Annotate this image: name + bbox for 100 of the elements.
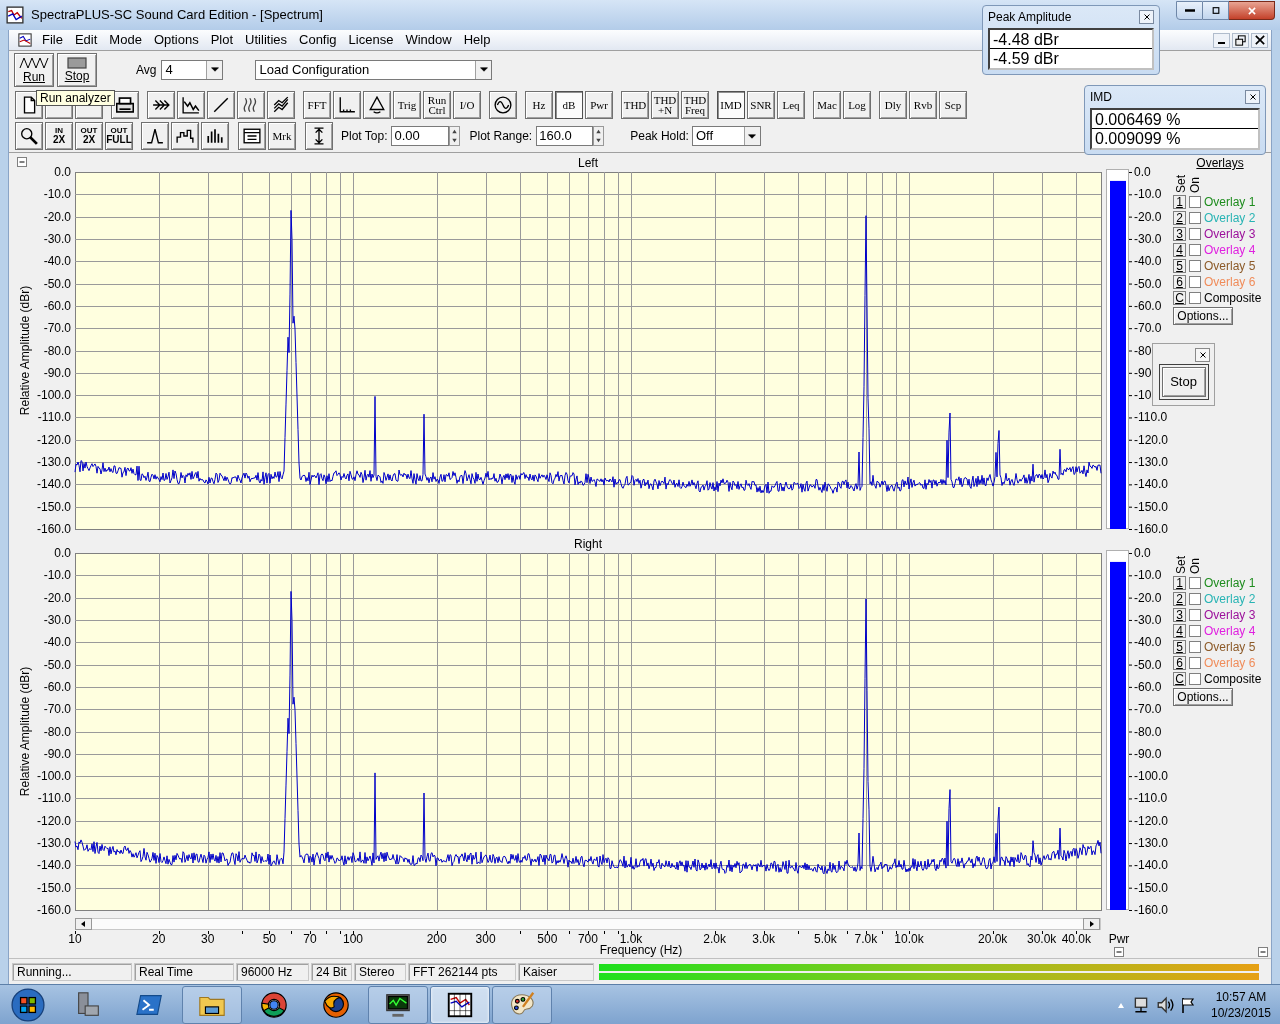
readout-value: 0.009099 % [1094,129,1182,148]
chart-title: Right [574,537,602,551]
meter-tick-label: -110.0 [1134,791,1168,806]
y-tick-label: -120.0 [36,432,71,447]
y-tick-label: -80.0 [43,343,71,358]
x-tick-label: 300 [475,932,496,946]
meter-tick-label: -100.0 [1134,769,1169,784]
meter-tick-label: -60.0 [1134,679,1162,694]
y-tick-label: -50.0 [43,276,71,291]
field-label: Plot Top: [341,128,388,145]
y-tick-label: -10.0 [43,187,71,202]
y-tick-label: -130.0 [36,455,71,470]
window-title: Peak Amplitude [988,9,1072,26]
x-tick-label: 700 [577,932,598,946]
field-label: Plot Range: [469,128,533,145]
x-tick-label: 30 [200,932,215,946]
x-tick-label: 20 [152,932,166,946]
x-tick-label: 100 [343,932,363,946]
y-tick-label: -40.0 [43,635,71,650]
meter-tick-label: -90.0 [1134,746,1162,761]
meter-tick-label: -160.0 [1134,903,1169,917]
column-label: Set [1174,556,1188,574]
window-title: IMD [1090,89,1112,106]
meter-tick-label: -80.0 [1134,724,1162,739]
meter-tick-label: -20.0 [1134,209,1162,224]
tooltip: Run analyzer [36,90,115,106]
status-field: Kaiser [518,962,594,981]
status-field: Running... [12,962,132,981]
y-tick-label: -90.0 [43,365,71,380]
meter-tick-label: -20.0 [1134,590,1162,605]
y-tick-label: -60.0 [43,298,71,313]
meter-tick-label: -110.0 [1134,410,1168,425]
meter-tick-label: 0.0 [1134,165,1151,179]
y-axis-label: Relative Amplitude (dBr) [18,285,32,416]
y-tick-label: -100.0 [36,769,71,784]
meter-tick-label: -40.0 [1134,635,1162,650]
status-field: Stereo [354,962,406,981]
meter-tick-label: -10.0 [1134,568,1162,583]
column-label: On [1188,558,1202,574]
x-tick-label: 1.0k [619,932,643,946]
meter-tick-label: -30.0 [1134,231,1162,246]
y-tick-label: 0.0 [54,165,71,179]
meter-tick-label: -160.0 [1134,522,1169,536]
status-field: FFT 262144 pts [408,962,516,981]
meter-tick-label: -10.0 [1134,187,1162,202]
status-field: 96000 Hz [236,962,309,981]
meter-tick-label: -30.0 [1134,612,1162,627]
column-label: Set [1174,175,1188,193]
meter-tick-label: -130.0 [1134,455,1169,470]
column-label: On [1188,177,1202,193]
y-tick-label: -50.0 [43,657,71,672]
x-tick-label: 30.0k [1026,932,1057,946]
meter-tick-label: -140.0 [1134,477,1169,492]
status-field: 24 Bit [311,962,352,981]
y-tick-label: -70.0 [43,321,71,336]
y-tick-label: -150.0 [36,880,71,895]
meter-tick-label: -80 [1134,343,1152,358]
y-tick-label: -150.0 [36,499,71,514]
meter-tick-label: -60.0 [1134,298,1162,313]
y-tick-label: -30.0 [43,231,71,246]
meter-tick-label: -50.0 [1134,657,1162,672]
x-tick-label: 50 [262,932,276,946]
y-tick-label: -90.0 [43,746,71,761]
status-field: Real Time [134,962,234,981]
x-tick-label: 500 [537,932,558,946]
x-tick-label: 5.0k [813,932,837,946]
x-axis-label: Frequency (Hz) [599,943,683,957]
meter-tick-label: -70.0 [1134,321,1162,336]
y-tick-label: 0.0 [54,546,71,560]
meter-tick-label: -120.0 [1134,813,1169,828]
readout-value: 0.006469 % [1092,110,1258,129]
meter-tick-label: -10 [1134,388,1152,403]
meter-tick-label: -50.0 [1134,276,1162,291]
meter-tick-label: -90 [1134,365,1152,380]
x-tick-label: 70 [303,932,317,946]
meter-tick-label: -140.0 [1134,858,1169,873]
y-tick-label: -10.0 [43,568,71,583]
y-tick-label: -160.0 [36,903,71,917]
meter-label: Pwr [1108,932,1130,946]
y-tick-label: -30.0 [43,612,71,627]
y-tick-label: -140.0 [36,858,71,873]
y-tick-label: -160.0 [36,522,71,536]
y-tick-label: -80.0 [43,724,71,739]
window-title: SpectraPLUS-SC Sound Card Edition - [Spectrum] [31,6,323,25]
y-tick-label: -20.0 [43,590,71,605]
y-tick-label: -140.0 [36,477,71,492]
y-tick-label: -100.0 [36,388,71,403]
x-tick-label: 7.0k [854,932,878,946]
meter-tick-label: 0.0 [1134,546,1151,560]
meter-tick-label: -120.0 [1134,432,1169,447]
meter-tick-label: -150.0 [1134,880,1169,895]
y-tick-label: -120.0 [36,813,71,828]
y-tick-label: -110.0 [37,410,71,425]
x-tick-label: 3.0k [752,932,775,946]
readout-value: -4.59 dBr [992,49,1060,68]
avg-label: Avg [136,61,157,79]
field-label: Peak Hold: [630,128,689,145]
x-tick-label: 10 [68,932,82,946]
x-tick-label: 200 [426,932,447,946]
meter-tick-label: -70.0 [1134,702,1162,717]
